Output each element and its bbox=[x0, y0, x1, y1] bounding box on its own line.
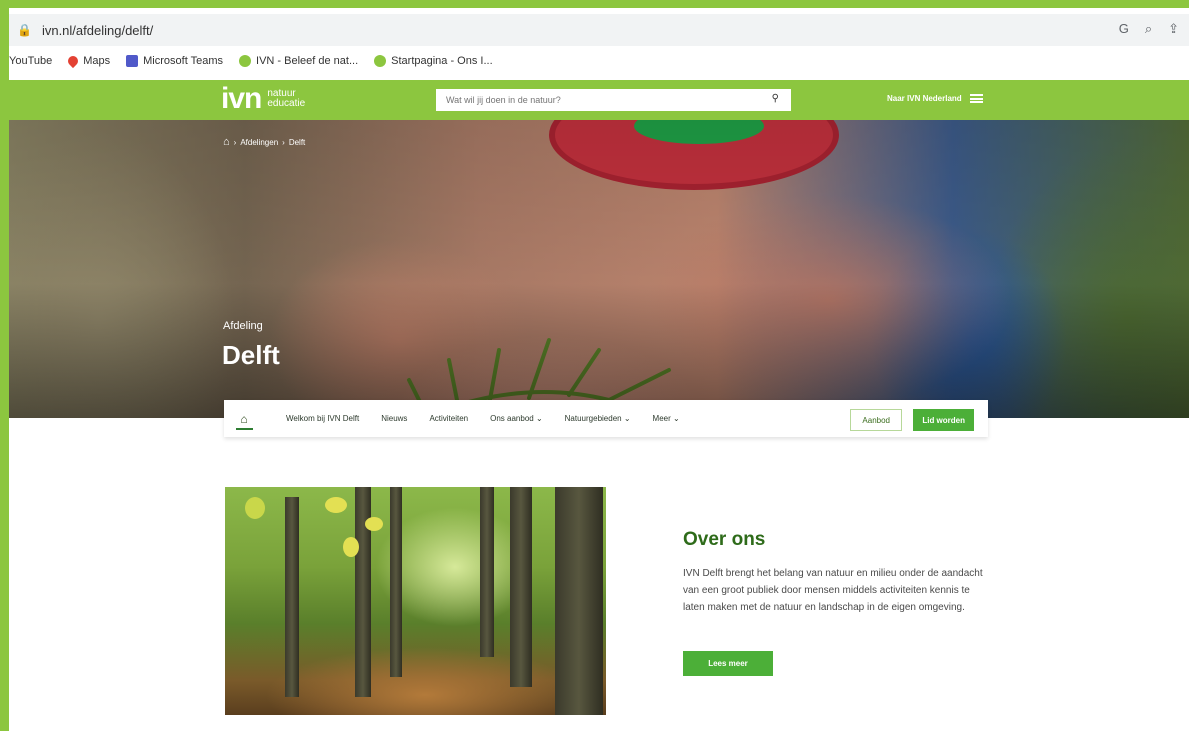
forest-path bbox=[265, 647, 585, 715]
breadcrumb-separator: › bbox=[282, 137, 285, 147]
breadcrumb-delft: Delft bbox=[288, 137, 306, 147]
section-nav: ⌂ Welkom bij IVN Delft Nieuws Activiteit… bbox=[224, 400, 988, 437]
leaf bbox=[365, 517, 383, 531]
lid-worden-button[interactable]: Lid worden bbox=[913, 409, 974, 431]
hero-banner: ⌂ › Afdelingen › Delft Afdeling Delft bbox=[9, 120, 1189, 418]
google-translate-icon[interactable]: G bbox=[1119, 21, 1129, 37]
home-icon[interactable]: ⌂ bbox=[223, 136, 230, 148]
chevron-down-icon: ⌄ bbox=[673, 414, 680, 423]
bookmarks-bar: YouTube Maps Microsoft Teams IVN - Belee… bbox=[9, 48, 1189, 74]
tree-trunk bbox=[510, 487, 532, 687]
breadcrumb-separator: › bbox=[233, 137, 237, 147]
chevron-down-icon: ⌄ bbox=[535, 414, 543, 423]
nav-natuurgebieden[interactable]: Natuurgebieden ⌄ bbox=[565, 414, 631, 423]
ivn-favicon-icon bbox=[239, 55, 252, 67]
logo-subtitle: natuur educatie bbox=[267, 89, 305, 109]
lees-meer-button[interactable]: Lees meer bbox=[683, 651, 773, 676]
bookmark-label: Startpagina - Ons I... bbox=[391, 55, 493, 67]
bookmark-startpagina[interactable]: Startpagina - Ons I... bbox=[374, 55, 493, 67]
nav-meer-label: Meer bbox=[652, 414, 671, 423]
leaf bbox=[245, 497, 265, 519]
about-title: Over ons bbox=[683, 529, 766, 550]
ivn-favicon-icon bbox=[374, 55, 387, 67]
tree-trunk bbox=[285, 497, 299, 697]
maps-pin-icon bbox=[66, 53, 81, 69]
leaf bbox=[325, 497, 347, 513]
bookmark-label: IVN - Beleef de nat... bbox=[256, 55, 359, 67]
tree-trunk bbox=[480, 487, 494, 657]
nav-ons-aanbod-label: Ons aanbod bbox=[490, 414, 534, 423]
bookmark-teams[interactable]: Microsoft Teams bbox=[126, 55, 223, 67]
section-home-link[interactable]: ⌂ bbox=[224, 400, 264, 437]
address-bar-actions: G ⌕ ⇪ bbox=[1119, 21, 1179, 37]
nav-natuurgebieden-label: Natuurgebieden bbox=[564, 414, 622, 423]
nav-ons-aanbod[interactable]: Ons aanbod ⌄ bbox=[490, 414, 543, 423]
bookmark-label: Maps bbox=[83, 55, 111, 67]
bookmark-ivn-beleef[interactable]: IVN - Beleef de nat... bbox=[239, 55, 358, 67]
tree-trunk bbox=[390, 487, 402, 677]
site-header: ivn natuur educatie ⚲ Naar IVN Nederland bbox=[9, 80, 1189, 120]
aanbod-button[interactable]: Aanbod bbox=[850, 409, 902, 431]
naar-ivn-nederland-link[interactable]: Naar IVN Nederland bbox=[887, 94, 983, 103]
bookmark-maps[interactable]: Maps bbox=[66, 53, 111, 69]
url-text[interactable]: ivn.nl/afdeling/delft/ bbox=[42, 23, 153, 38]
tree-trunk bbox=[555, 487, 603, 715]
about-text: IVN Delft brengt het belang van natuur e… bbox=[683, 568, 983, 613]
home-icon: ⌂ bbox=[240, 411, 248, 426]
nav-welkom[interactable]: Welkom bij IVN Delft bbox=[286, 414, 359, 423]
breadcrumb: ⌂ › Afdelingen › Delft bbox=[223, 136, 305, 148]
ivn-logo[interactable]: ivn natuur educatie bbox=[221, 82, 305, 115]
zoom-icon[interactable]: ⌕ bbox=[1145, 21, 1152, 37]
search-icon[interactable]: ⚲ bbox=[772, 93, 779, 104]
logo-wordmark: ivn bbox=[221, 82, 262, 115]
breadcrumb-afdelingen[interactable]: Afdelingen bbox=[240, 138, 278, 147]
browser-window: 🔒 ivn.nl/afdeling/delft/ G ⌕ ⇪ YouTube M… bbox=[0, 0, 1189, 731]
nav-meer[interactable]: Meer ⌄ bbox=[653, 414, 680, 423]
bookmark-youtube[interactable]: YouTube bbox=[9, 55, 52, 67]
active-tab-stub[interactable] bbox=[789, 8, 939, 14]
bookmark-label: Microsoft Teams bbox=[143, 55, 224, 67]
site-search: ⚲ bbox=[436, 89, 791, 111]
logo-sub-line-2: educatie bbox=[267, 98, 306, 109]
address-bar[interactable]: 🔒 ivn.nl/afdeling/delft/ G ⌕ ⇪ bbox=[9, 8, 1189, 46]
page-title: Delft bbox=[222, 340, 280, 370]
leaf bbox=[343, 537, 359, 557]
hero-kicker: Afdeling bbox=[223, 320, 263, 332]
nav-activiteiten[interactable]: Activiteiten bbox=[429, 414, 468, 423]
hamburger-menu-icon[interactable] bbox=[969, 94, 983, 103]
teams-icon bbox=[126, 55, 139, 67]
share-icon[interactable]: ⇪ bbox=[1168, 21, 1179, 37]
forest-photo bbox=[225, 487, 606, 715]
window-edge-top bbox=[0, 0, 1189, 8]
hero-overlay bbox=[9, 120, 1189, 418]
search-input[interactable] bbox=[446, 95, 766, 105]
lock-icon[interactable]: 🔒 bbox=[17, 23, 32, 37]
naar-ivn-label: Naar IVN Nederland bbox=[887, 94, 962, 103]
window-edge-left bbox=[0, 0, 9, 731]
bookmark-label: YouTube bbox=[9, 55, 53, 67]
nav-nieuws[interactable]: Nieuws bbox=[381, 414, 407, 423]
chevron-down-icon: ⌄ bbox=[623, 414, 631, 423]
